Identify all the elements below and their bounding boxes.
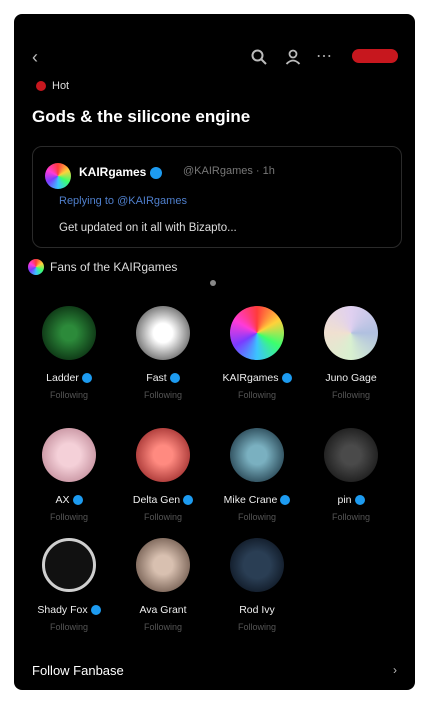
avatar — [28, 259, 44, 275]
more-icon[interactable]: ⋯ — [316, 48, 334, 66]
avatar[interactable] — [42, 538, 96, 592]
account-card[interactable]: Delta Gen Following — [118, 428, 208, 548]
account-status: Following — [237, 512, 277, 522]
tweet-handle: @KAIRgames · 1h — [183, 165, 275, 177]
account-name: Mike Crane — [212, 494, 302, 506]
follow-fanbase-row[interactable]: Follow Fanbase › — [32, 658, 397, 682]
tweet-card[interactable]: KAIRgames @KAIRgames · 1h Replying to @K… — [32, 146, 402, 248]
avatar[interactable] — [230, 538, 284, 592]
tweet-author-name: KAIRgames — [79, 165, 147, 179]
avatar[interactable] — [136, 428, 190, 482]
tweet-author[interactable]: KAIRgames — [79, 165, 163, 179]
verified-icon — [81, 373, 92, 384]
verified-icon — [354, 495, 365, 506]
avatar[interactable] — [42, 306, 96, 360]
account-card[interactable]: Ava Grant Following — [118, 538, 208, 658]
tweet-subline[interactable]: Replying to @KAIRgames — [59, 195, 187, 207]
app-frame: ‹ ⋯ Hot Gods & the silicone engine KAIRg… — [14, 14, 415, 690]
account-card[interactable]: Fast Following — [118, 306, 208, 426]
verified-icon — [280, 495, 291, 506]
tag-dot-icon — [36, 81, 46, 91]
avatar[interactable] — [324, 428, 378, 482]
account-status: Following — [331, 390, 371, 400]
top-bar: ‹ ⋯ — [14, 42, 415, 72]
follow-label: Follow Fanbase — [32, 662, 124, 678]
avatar[interactable] — [136, 306, 190, 360]
avatar[interactable] — [324, 306, 378, 360]
account-name: AX — [24, 494, 114, 506]
avatar[interactable] — [230, 306, 284, 360]
chevron-right-icon: › — [393, 663, 397, 677]
account-name: Fast — [118, 372, 208, 384]
section-title: Fans of the KAIRgames — [50, 260, 178, 274]
account-name: Rod Ivy — [239, 604, 275, 616]
page-title: Gods & the silicone engine — [32, 107, 251, 126]
pager-dot — [210, 280, 216, 286]
verified-icon — [169, 373, 180, 384]
tag-label: Hot — [52, 80, 70, 92]
tweet-body: Get updated on it all with Bizapto... — [59, 222, 237, 234]
account-status: Following — [143, 622, 183, 632]
account-name: Delta Gen — [118, 494, 208, 506]
account-card[interactable]: Ladder Following — [24, 306, 114, 426]
verified-icon — [150, 166, 163, 179]
back-arrow-icon[interactable]: ‹ — [32, 48, 50, 66]
account-status: Following — [143, 512, 183, 522]
account-name: Ladder — [24, 372, 114, 384]
verified-icon — [72, 495, 83, 506]
account-card[interactable]: Juno Gage Following — [306, 306, 396, 426]
account-card[interactable]: Rod Ivy Following — [212, 538, 302, 658]
account-name: Juno Gage — [325, 372, 377, 384]
account-status: Following — [331, 512, 371, 522]
section-header: Fans of the KAIRgames — [28, 258, 177, 276]
account-name: Ava Grant — [139, 604, 187, 616]
avatar[interactable] — [45, 163, 71, 189]
search-icon[interactable] — [250, 48, 268, 66]
subscribe-button[interactable] — [352, 49, 398, 63]
avatar[interactable] — [42, 428, 96, 482]
account-status: Following — [237, 622, 277, 632]
account-card[interactable]: Mike Crane Following — [212, 428, 302, 548]
account-name: pin — [306, 494, 396, 506]
avatar[interactable] — [136, 538, 190, 592]
account-card[interactable]: pin Following — [306, 428, 396, 548]
verified-icon — [183, 495, 194, 506]
account-name: KAIRgames — [212, 372, 302, 384]
account-icon[interactable] — [284, 48, 302, 66]
account-status: Following — [49, 512, 89, 522]
category-tag: Hot — [36, 78, 69, 94]
avatar[interactable] — [230, 428, 284, 482]
account-card[interactable]: KAIRgames Following — [212, 306, 302, 426]
account-status: Following — [237, 390, 277, 400]
account-status: Following — [49, 390, 89, 400]
account-card[interactable]: AX Following — [24, 428, 114, 548]
account-name: Shady Fox — [24, 604, 114, 616]
verified-icon — [281, 373, 292, 384]
account-status: Following — [143, 390, 183, 400]
account-status: Following — [49, 622, 89, 632]
account-card[interactable]: Shady Fox Following — [24, 538, 114, 658]
verified-icon — [90, 605, 101, 616]
